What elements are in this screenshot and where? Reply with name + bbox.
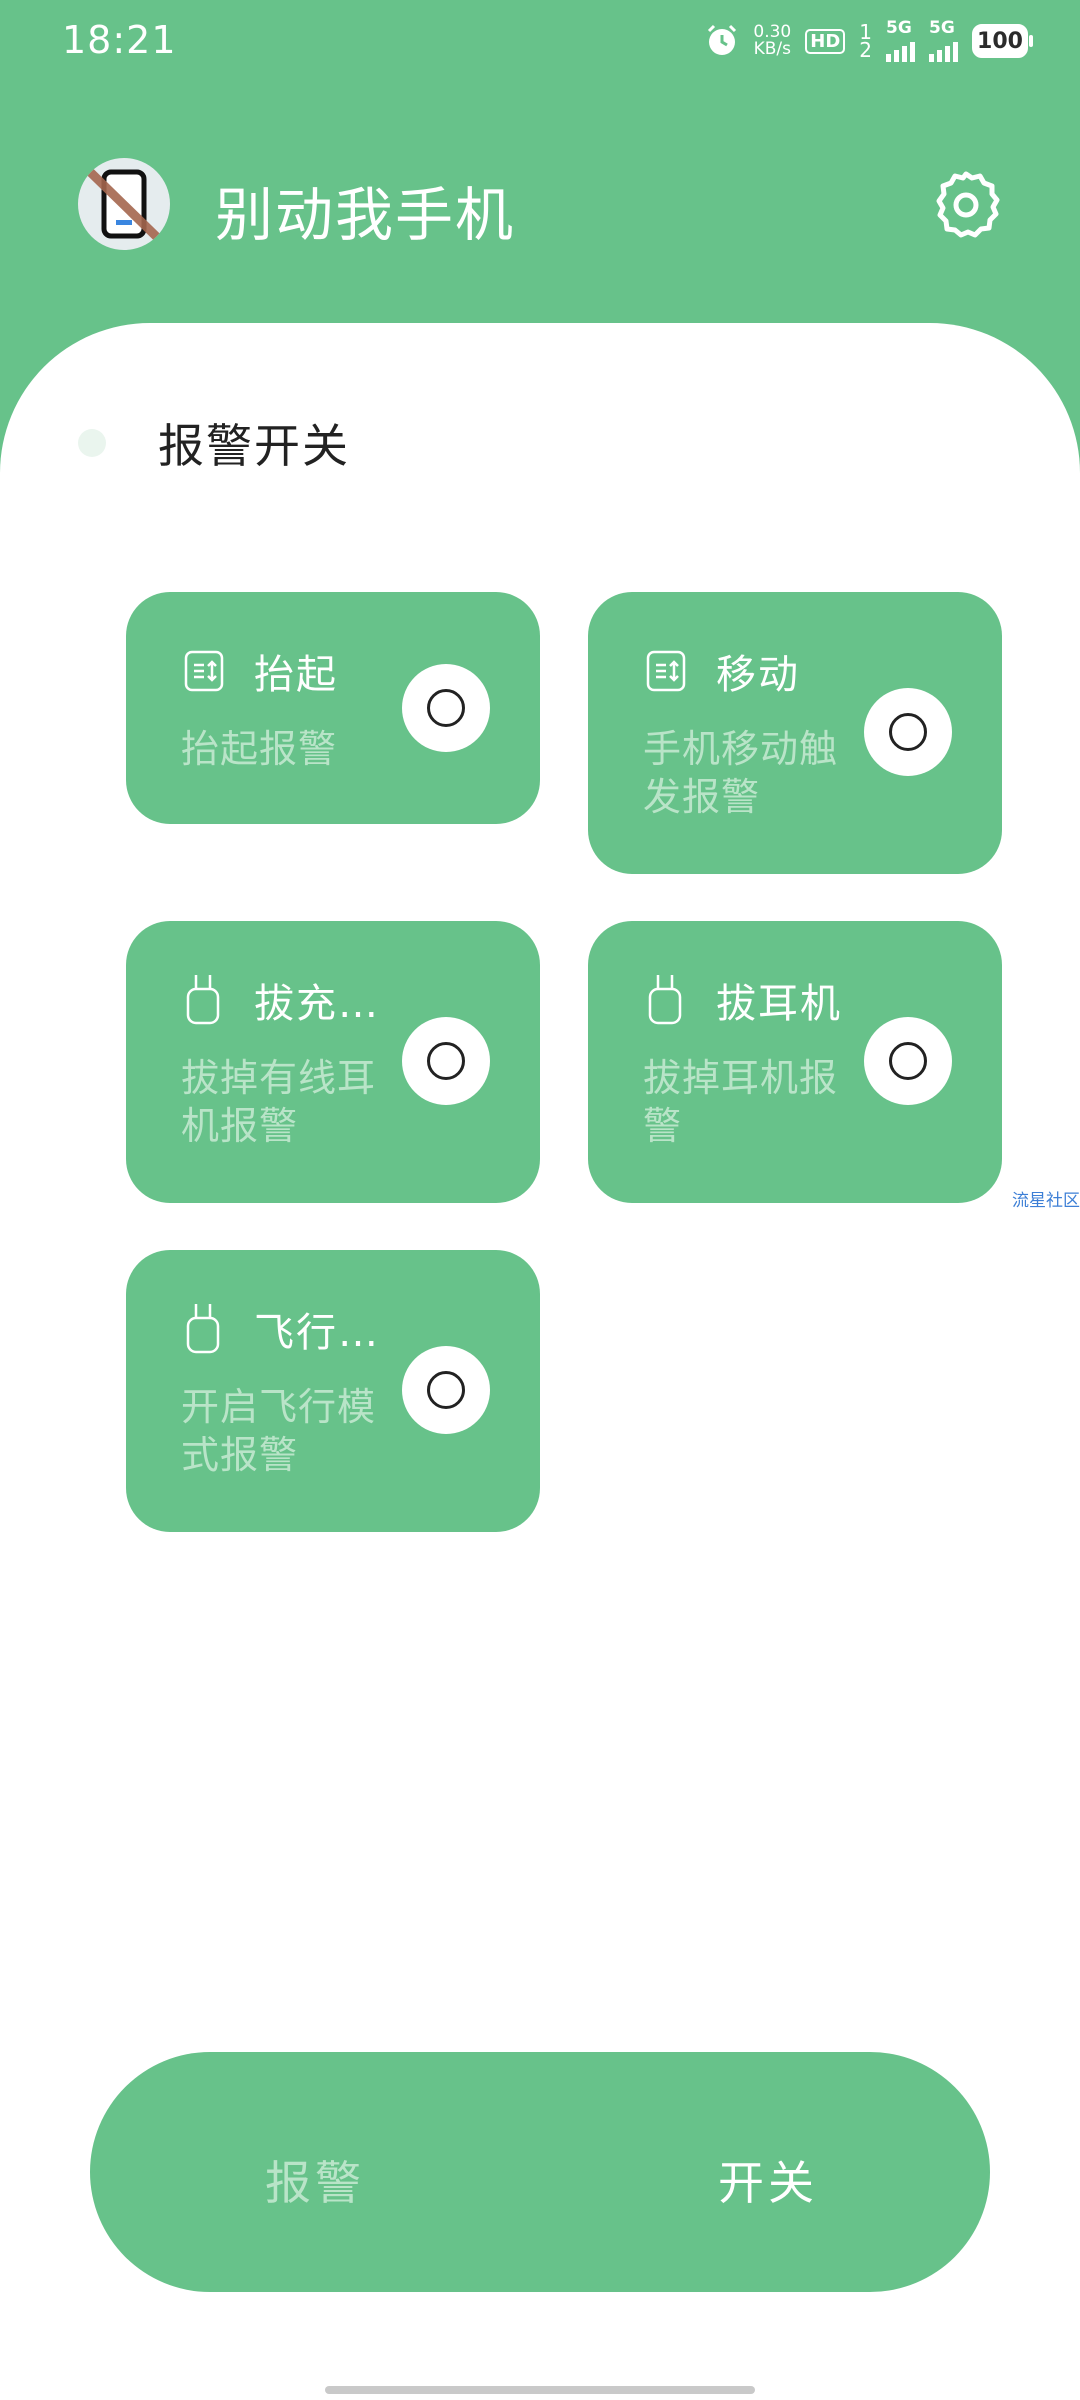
app-logo-icon — [78, 158, 170, 250]
app-header: 别动我手机 — [0, 150, 1080, 260]
radio-circle-icon — [427, 1371, 465, 1409]
card-toggle[interactable] — [864, 1017, 952, 1105]
alarm-clock-icon — [708, 24, 737, 55]
card-title: 抬起 — [254, 652, 338, 698]
list-sort-icon — [184, 650, 224, 692]
tab-alarm[interactable]: 报警 — [265, 2147, 365, 2213]
home-indicator[interactable] — [325, 2386, 755, 2394]
radio-circle-icon — [427, 1042, 465, 1080]
alarm-toggle-switch[interactable] — [78, 429, 106, 457]
card-move[interactable]: 移动 手机移动触发报警 — [588, 592, 1002, 874]
card-toggle[interactable] — [402, 664, 490, 752]
card-title: 飞行… — [254, 1310, 380, 1356]
card-lift[interactable]: 抬起 抬起报警 — [126, 592, 540, 824]
radio-circle-icon — [889, 1042, 927, 1080]
card-unplug-earphone[interactable]: 拔耳机 拔掉耳机报警 — [588, 921, 1002, 1203]
signal-2: 5G — [929, 20, 958, 62]
radio-circle-icon — [427, 689, 465, 727]
bottom-nav: 报警 开关 — [90, 2052, 990, 2292]
alarm-toggle-row[interactable]: 报警开关 — [78, 413, 350, 473]
alarm-toggle-label: 报警开关 — [158, 419, 350, 473]
card-description: 拔掉有线耳机报警 — [181, 1056, 377, 1148]
network-speed: 0.30 KB/s — [753, 24, 791, 58]
card-toggle[interactable] — [402, 1017, 490, 1105]
card-toggle[interactable] — [864, 688, 952, 776]
radio-circle-icon — [889, 713, 927, 751]
plug-icon — [648, 975, 682, 1025]
card-description: 手机移动触发报警 — [643, 727, 839, 819]
card-title: 移动 — [716, 652, 800, 698]
card-unplug-charger[interactable]: 拔充… 拔掉有线耳机报警 — [126, 921, 540, 1203]
app-title: 别动我手机 — [215, 181, 516, 249]
card-description: 开启飞行模式报警 — [181, 1385, 377, 1477]
settings-gear-icon[interactable] — [930, 168, 1002, 240]
card-title: 拔充… — [254, 981, 380, 1027]
tab-switch[interactable]: 开关 — [718, 2147, 818, 2213]
card-toggle[interactable] — [402, 1346, 490, 1434]
status-time: 18:21 — [62, 18, 177, 62]
signal-bars-1-icon — [886, 36, 915, 62]
network-type-2: 5G — [929, 18, 955, 38]
plug-icon — [186, 1304, 220, 1354]
signal-bars-2-icon — [929, 36, 958, 62]
sim-bottom: 2 — [859, 38, 872, 62]
status-bar: 18:21 0.30 KB/s HD 1 2 5G 5G 100 — [0, 0, 1080, 90]
network-speed-unit: KB/s — [753, 39, 792, 59]
card-title: 拔耳机 — [716, 981, 842, 1027]
hd-badge: HD — [805, 28, 846, 54]
card-description: 抬起报警 — [181, 727, 338, 771]
card-description: 拔掉耳机报警 — [643, 1056, 839, 1148]
card-airplane-mode[interactable]: 飞行… 开启飞行模式报警 — [126, 1250, 540, 1532]
sim-indicator: 1 2 — [859, 22, 872, 62]
signal-1: 5G — [886, 20, 915, 62]
battery-indicator: 100 — [972, 24, 1033, 58]
status-icons: 0.30 KB/s HD 1 2 5G 5G 100 — [705, 20, 1033, 62]
watermark: 流星社区 — [1012, 1191, 1080, 1211]
network-type-1: 5G — [886, 18, 912, 38]
plug-icon — [186, 975, 220, 1025]
list-sort-icon — [646, 650, 686, 692]
